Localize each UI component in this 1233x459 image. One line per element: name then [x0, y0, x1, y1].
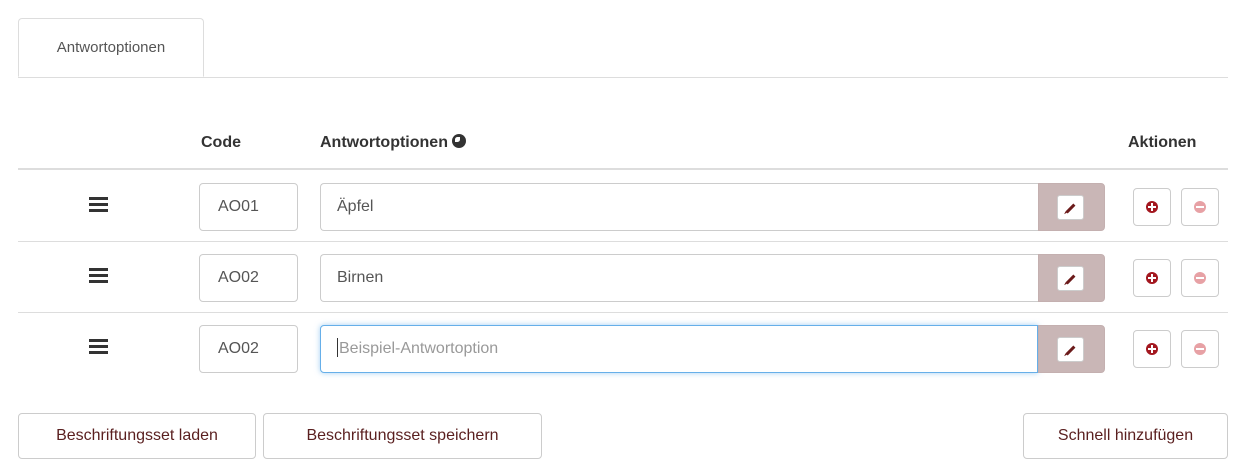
text-cursor: [337, 338, 338, 357]
add-row-button[interactable]: [1133, 188, 1171, 226]
add-row-button[interactable]: [1133, 330, 1171, 368]
answer-option-input[interactable]: Äpfel: [320, 183, 1038, 231]
code-input[interactable]: AO02: [199, 325, 298, 373]
column-header-answer-options: Antwortoptionen: [320, 134, 466, 152]
answer-options-panel: Antwortoptionen Code Antwortoptionen Akt…: [0, 0, 1233, 459]
globe-icon: [451, 134, 466, 148]
edit-button[interactable]: [1057, 337, 1084, 362]
code-input[interactable]: AO01: [199, 183, 298, 231]
drag-handle-icon[interactable]: [89, 339, 108, 354]
add-row-button[interactable]: [1133, 259, 1171, 297]
pencil-icon: [1065, 274, 1076, 285]
column-header-actions: Aktionen: [1128, 134, 1197, 151]
remove-row-button[interactable]: [1181, 188, 1219, 226]
table-row: AO02 Beispiel-Antwortoption: [18, 312, 1228, 383]
pencil-icon: [1065, 203, 1076, 214]
tab-bar: Antwortoptionen: [18, 18, 1228, 78]
answer-option-input[interactable]: Beispiel-Antwortoption: [320, 325, 1038, 373]
minus-circle-icon: [1194, 201, 1206, 213]
pencil-icon: [1065, 345, 1076, 356]
plus-circle-icon: [1146, 201, 1158, 213]
minus-circle-icon: [1194, 272, 1206, 284]
tab-answer-options[interactable]: Antwortoptionen: [18, 18, 204, 77]
answer-option-input[interactable]: Birnen: [320, 254, 1038, 302]
table-row: AO01 Äpfel: [18, 170, 1228, 242]
edit-addon: [1038, 183, 1105, 231]
edit-button[interactable]: [1057, 266, 1084, 291]
table-header: Code Antwortoptionen Aktionen: [18, 120, 1228, 170]
answer-option-placeholder: Beispiel-Antwortoption: [339, 340, 499, 357]
edit-addon: [1038, 325, 1105, 373]
remove-row-button[interactable]: [1181, 330, 1219, 368]
save-label-set-button[interactable]: Beschriftungsset speichern: [263, 413, 542, 459]
edit-addon: [1038, 254, 1105, 302]
remove-row-button[interactable]: [1181, 259, 1219, 297]
plus-circle-icon: [1146, 343, 1158, 355]
load-label-set-button[interactable]: Beschriftungsset laden: [18, 413, 256, 459]
table-row: AO02 Birnen: [18, 241, 1228, 313]
minus-circle-icon: [1194, 343, 1206, 355]
drag-handle-icon[interactable]: [89, 197, 108, 212]
plus-circle-icon: [1146, 272, 1158, 284]
drag-handle-icon[interactable]: [89, 268, 108, 283]
column-header-answer-options-label: Antwortoptionen: [320, 134, 448, 151]
code-input[interactable]: AO02: [199, 254, 298, 302]
column-header-code: Code: [201, 134, 241, 151]
edit-button[interactable]: [1057, 195, 1084, 220]
quick-add-button[interactable]: Schnell hinzufügen: [1023, 413, 1228, 459]
